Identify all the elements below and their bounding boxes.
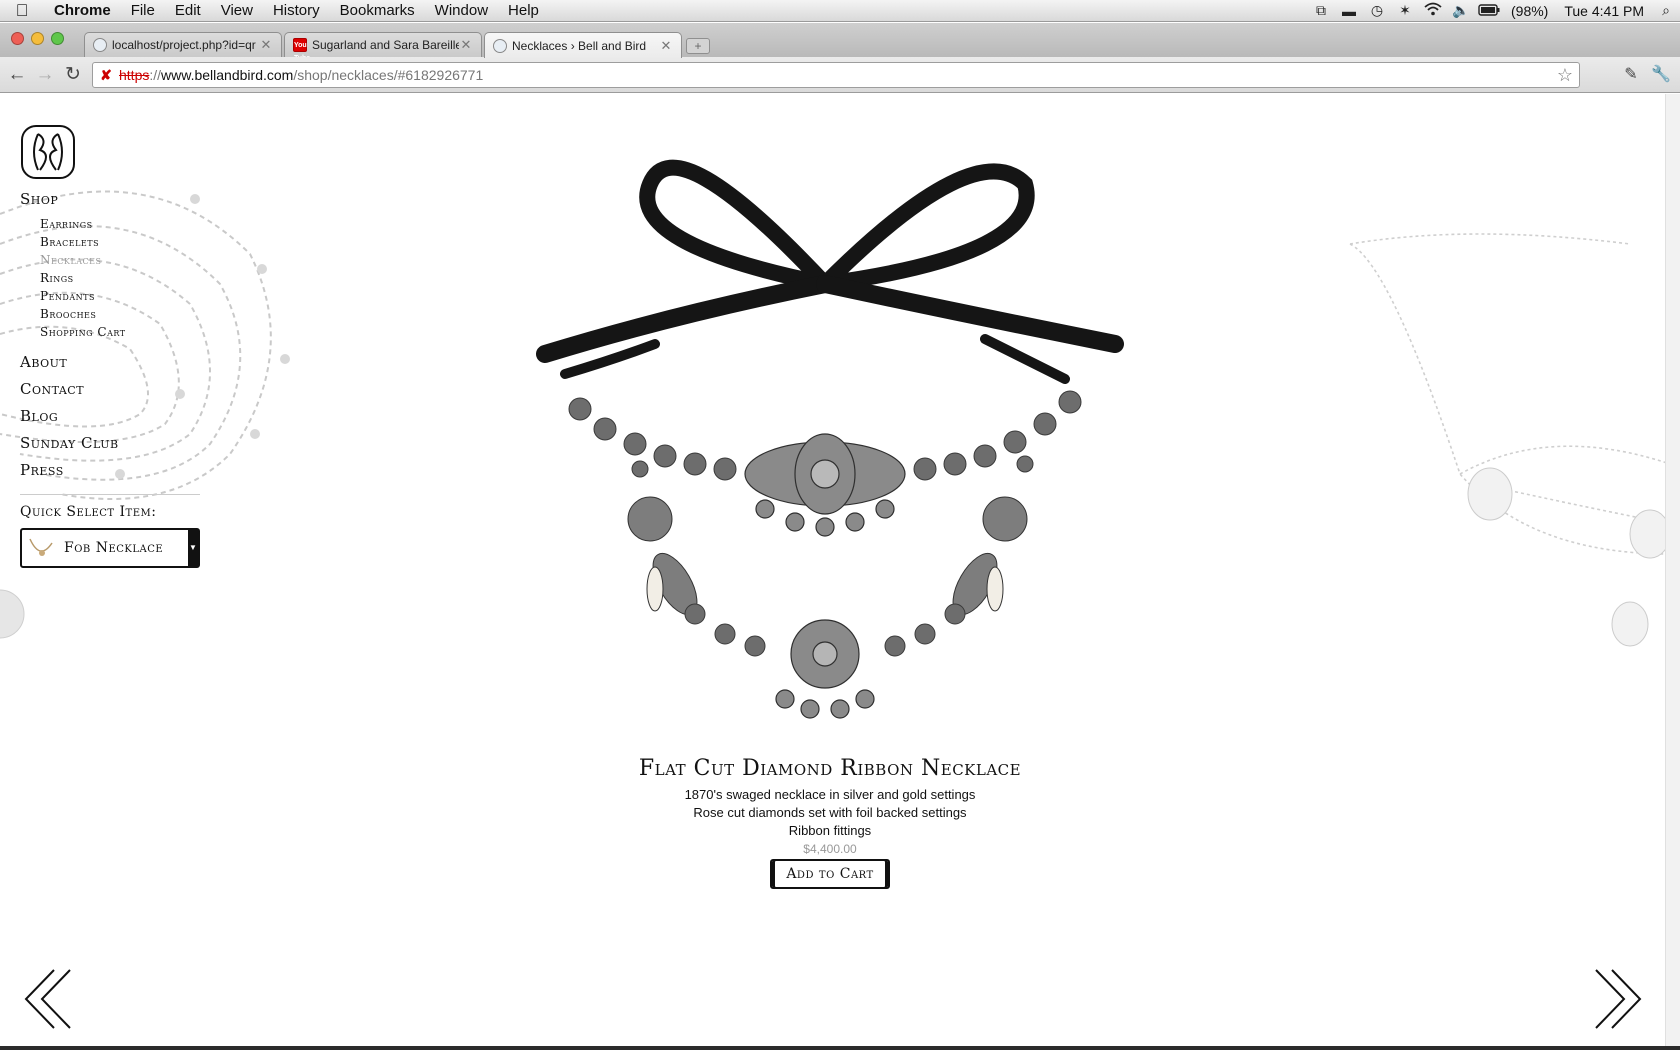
new-tab-button[interactable]: +: [686, 38, 710, 54]
quick-select-dropdown[interactable]: Fob Necklace ▼: [20, 528, 200, 568]
nav-blog[interactable]: Blog: [20, 407, 58, 425]
menu-help[interactable]: Help: [498, 0, 549, 22]
web-page: Shop Earrings Bracelets Necklaces Rings …: [0, 94, 1665, 1046]
menu-window[interactable]: Window: [425, 0, 498, 22]
fob-necklace-thumbnail: [29, 538, 53, 556]
page-scrollbar[interactable]: [1665, 94, 1680, 1046]
quick-select-label: Quick Select Item:: [20, 504, 157, 520]
menu-bookmarks[interactable]: Bookmarks: [330, 0, 425, 22]
nav-pendants[interactable]: Pendants: [40, 289, 95, 303]
screen-sharing-icon[interactable]: ⧉: [1307, 2, 1335, 19]
tab-title: Necklaces › Bell and Bird: [512, 38, 647, 53]
decorative-necklace-image: [1349, 233, 1665, 647]
tab-strip: localhost/project.php?id=qr ✕ You Tube S…: [0, 23, 1680, 62]
tab-close-icon[interactable]: ✕: [259, 37, 273, 53]
nav-earrings[interactable]: Earrings: [40, 217, 93, 231]
nav-necklaces[interactable]: Necklaces: [40, 253, 101, 267]
bookmark-star-icon[interactable]: ☆: [1551, 65, 1579, 86]
product-description-line: 1870's swaged necklace in silver and gol…: [684, 787, 976, 802]
url-path: /shop/necklaces/#6182926771: [293, 67, 484, 83]
add-to-cart-button[interactable]: Add to Cart: [770, 859, 890, 889]
nav-bracelets[interactable]: Bracelets: [40, 235, 99, 249]
display-icon[interactable]: ▬: [1335, 3, 1363, 19]
window-close-button[interactable]: [11, 32, 24, 45]
menu-file[interactable]: File: [121, 0, 165, 22]
tab-localhost[interactable]: localhost/project.php?id=qr ✕: [84, 32, 282, 57]
menu-edit[interactable]: Edit: [165, 0, 211, 22]
tab-close-icon[interactable]: ✕: [659, 38, 673, 54]
url-separator: ://: [149, 67, 162, 83]
back-arrow-icon[interactable]: ←: [6, 64, 28, 86]
bluetooth-icon[interactable]: ✶: [1391, 2, 1419, 19]
product-image[interactable]: [505, 144, 1150, 724]
menu-history[interactable]: History: [263, 0, 330, 22]
volume-icon[interactable]: 🔈: [1447, 2, 1475, 19]
product-description-line: Rose cut diamonds set with foil backed s…: [693, 805, 967, 820]
tab-title: localhost/project.php?id=qr: [112, 38, 256, 52]
bell-and-bird-logo[interactable]: [20, 124, 76, 180]
nav-sunday-club[interactable]: Sunday Club: [20, 434, 119, 452]
eyedropper-extension-icon[interactable]: ✎: [1620, 64, 1642, 86]
nav-contact[interactable]: Contact: [20, 380, 84, 398]
tab-bell-and-bird[interactable]: Necklaces › Bell and Bird ✕: [484, 32, 682, 58]
product-title: Flat Cut Diamond Ribbon Necklace: [638, 756, 1022, 781]
address-bar[interactable]: ✘ https://www.bellandbird.com/shop/neckl…: [92, 62, 1580, 88]
product-price: $4,400.00: [803, 842, 857, 856]
nav-shopping-cart[interactable]: Shopping Cart: [40, 325, 126, 339]
menu-view[interactable]: View: [211, 0, 263, 22]
url-host: www.bellandbird.com: [161, 67, 294, 83]
youtube-icon: You Tube: [293, 38, 310, 62]
nav-rings[interactable]: Rings: [40, 271, 74, 285]
tab-title: Sugarland and Sara Bareilles: [312, 38, 459, 52]
insecure-lock-icon[interactable]: ✘: [93, 67, 119, 84]
battery-icon[interactable]: [1475, 3, 1503, 19]
clock[interactable]: Tue 4:41 PM: [1556, 3, 1652, 19]
time-machine-icon[interactable]: ◷: [1363, 2, 1391, 19]
wrench-menu-icon[interactable]: 🔧: [1650, 64, 1672, 86]
spotlight-search-icon[interactable]: ⌕: [1652, 2, 1680, 19]
url-protocol: https: [119, 67, 150, 83]
nav-brooches[interactable]: Brooches: [40, 307, 96, 321]
globe-icon: [93, 38, 107, 52]
window-minimize-button[interactable]: [31, 32, 44, 45]
window-bottom-edge: [0, 1046, 1680, 1050]
browser-toolbar: ← → ↻ ✘ https://www.bellandbird.com/shop…: [0, 57, 1680, 93]
battery-percent: (98%): [1511, 2, 1549, 19]
menu-chrome[interactable]: Chrome: [44, 0, 121, 22]
quick-select-value: Fob Necklace: [64, 540, 164, 556]
tab-close-icon[interactable]: ✕: [459, 37, 473, 53]
nav-press[interactable]: Press: [20, 461, 64, 479]
globe-icon: [493, 38, 507, 53]
nav-about[interactable]: About: [20, 353, 67, 371]
forward-arrow-icon[interactable]: →: [34, 64, 56, 86]
reload-icon[interactable]: ↻: [62, 64, 84, 86]
chevron-down-icon[interactable]: ▼: [188, 530, 198, 566]
product-description-line: Ribbon fittings: [788, 823, 872, 838]
window-zoom-button[interactable]: [51, 32, 64, 45]
apple-icon[interactable]: : [0, 1, 44, 21]
wifi-icon[interactable]: [1419, 2, 1447, 19]
previous-item-arrow-icon[interactable]: [18, 964, 78, 1034]
decorative-chain-image: [0, 190, 290, 639]
menu-bar:  Chrome File Edit View History Bookmark…: [0, 0, 1680, 22]
nav-divider: [20, 494, 200, 495]
tab-youtube[interactable]: You Tube Sugarland and Sara Bareilles ✕: [284, 32, 482, 62]
next-item-arrow-icon[interactable]: [1588, 964, 1648, 1034]
nav-shop[interactable]: Shop: [20, 190, 58, 208]
